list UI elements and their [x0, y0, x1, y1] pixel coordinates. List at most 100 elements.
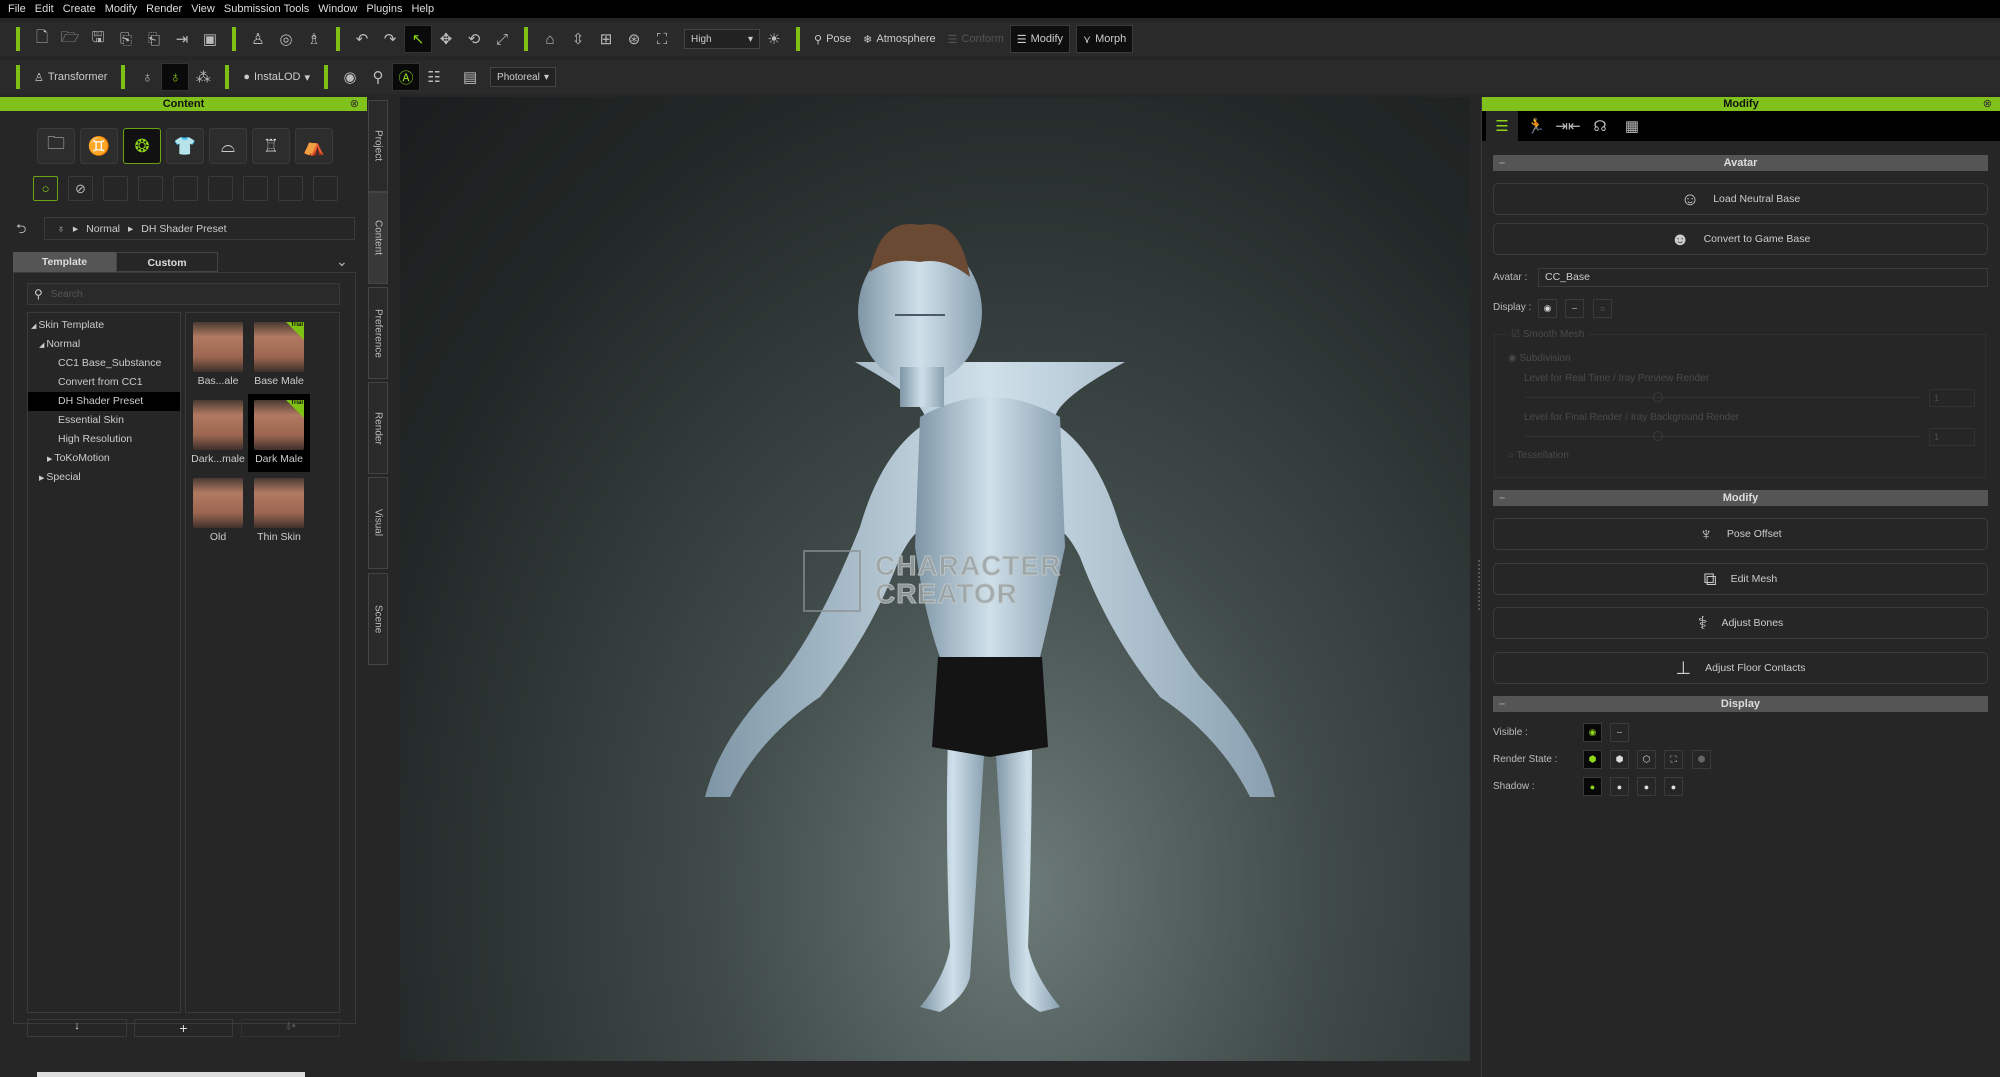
- shadow-full-icon[interactable]: ●: [1583, 777, 1602, 796]
- eye-icon[interactable]: ◉: [1538, 299, 1557, 318]
- slider-handle[interactable]: [1653, 392, 1663, 402]
- chevron-circle-icon[interactable]: ⌄: [336, 253, 348, 270]
- add-button[interactable]: +: [134, 1019, 233, 1037]
- pose-offset-button[interactable]: ♆ Pose Offset: [1493, 518, 1988, 550]
- menu-submission-tools[interactable]: Submission Tools: [222, 3, 316, 15]
- render-icon[interactable]: ▤: [456, 63, 484, 91]
- side-tab-project[interactable]: Project: [368, 100, 388, 192]
- level-realtime-slider[interactable]: [1525, 397, 1920, 398]
- subdivision-radio[interactable]: ◉ Subdivision: [1508, 353, 1571, 364]
- adjust-bones-button[interactable]: ⚕ Adjust Bones: [1493, 607, 1988, 639]
- xray-icon[interactable]: ⬢: [1692, 750, 1711, 769]
- import-icon[interactable]: ⎘: [112, 25, 140, 53]
- menu-modify[interactable]: Modify: [103, 3, 144, 15]
- select-arrow-icon[interactable]: ↖: [404, 25, 432, 53]
- empty-slot[interactable]: [278, 176, 303, 201]
- menu-create[interactable]: Create: [61, 3, 103, 15]
- adjust-floor-contacts-button[interactable]: ⊥ Adjust Floor Contacts: [1493, 652, 1988, 684]
- level-final-spinbox[interactable]: 1: [1929, 428, 1975, 446]
- quality-dropdown[interactable]: High ▾: [684, 29, 760, 49]
- panel-resize-handle[interactable]: [1478, 560, 1480, 610]
- tree-item[interactable]: CC1 Base_Substance: [28, 354, 180, 373]
- empty-slot[interactable]: [173, 176, 198, 201]
- scale-tab-icon[interactable]: ⇥⇤: [1554, 112, 1582, 140]
- menu-view[interactable]: View: [189, 3, 222, 15]
- settings-sliders-icon[interactable]: ☷: [420, 63, 448, 91]
- accessory-icon[interactable]: ⌓: [209, 128, 247, 164]
- skin-thumbnail[interactable]: Trial: [254, 400, 304, 450]
- search-input[interactable]: ⚲ Search: [27, 283, 340, 305]
- sliders-tab-icon[interactable]: ☰: [1486, 111, 1518, 141]
- move-icon[interactable]: ✥: [432, 25, 460, 53]
- side-tab-render[interactable]: Render: [368, 382, 388, 474]
- light-icon[interactable]: ☀: [760, 25, 788, 53]
- none-icon[interactable]: ⊘: [68, 176, 93, 201]
- tree-item[interactable]: ▶ ToKoMotion: [28, 449, 180, 468]
- open-folder-icon[interactable]: 🗁: [56, 25, 84, 53]
- skin-thumbnail[interactable]: [254, 478, 304, 528]
- empty-slot[interactable]: [208, 176, 233, 201]
- morph-button[interactable]: ⋎ Morph: [1076, 25, 1134, 53]
- skin-thumbnail[interactable]: [193, 478, 243, 528]
- scale-icon[interactable]: ⤢: [488, 25, 516, 53]
- shadow-receive-icon[interactable]: ●: [1637, 777, 1656, 796]
- pose-category-icon[interactable]: ♖: [252, 128, 290, 164]
- folder-icon[interactable]: 🗀: [37, 128, 75, 164]
- auto-icon[interactable]: Ⓐ: [392, 63, 421, 91]
- side-tab-scene[interactable]: Scene: [368, 573, 388, 665]
- visible-eye-icon[interactable]: ◉: [1583, 723, 1602, 742]
- character-icon[interactable]: ♙: [244, 25, 272, 53]
- menu-file[interactable]: File: [6, 3, 33, 15]
- skin-thumbnail[interactable]: Trial: [254, 322, 304, 372]
- close-icon[interactable]: ⊗: [1983, 97, 1992, 111]
- side-tab-visual[interactable]: Visual: [368, 477, 388, 569]
- download-button[interactable]: ↓: [27, 1019, 127, 1037]
- skin-thumbnail[interactable]: [193, 322, 243, 372]
- circle-icon[interactable]: ○: [33, 176, 58, 201]
- save-icon[interactable]: 🖫: [84, 25, 112, 53]
- tab-template[interactable]: Template: [13, 252, 116, 272]
- checker-tab-icon[interactable]: ▦: [1618, 112, 1646, 140]
- material-icon[interactable]: ◉: [336, 63, 364, 91]
- conform-button[interactable]: ☰ Conform: [942, 25, 1010, 53]
- tree-item[interactable]: ▶ Special: [28, 468, 180, 487]
- tessellation-radio[interactable]: ○ Tessellation: [1508, 450, 1569, 461]
- faceted-icon[interactable]: ⬢: [1610, 750, 1629, 769]
- empty-slot[interactable]: [313, 176, 338, 201]
- package-icon[interactable]: ▣: [196, 25, 224, 53]
- inspect-icon[interactable]: ⚲: [364, 63, 392, 91]
- transformer-button[interactable]: ♙ Transformer: [28, 63, 113, 91]
- smooth-shaded-icon[interactable]: ⬢: [1583, 750, 1602, 769]
- side-tab-preference[interactable]: Preference: [368, 287, 388, 379]
- frame-icon[interactable]: ⛶: [648, 25, 676, 53]
- avatar-name-field[interactable]: CC_Base: [1538, 268, 1988, 287]
- back-icon[interactable]: ⮌: [16, 220, 26, 242]
- pose-button[interactable]: ⚲ Pose: [808, 25, 857, 53]
- horizontal-scrollbar[interactable]: [37, 1072, 305, 1077]
- stage-icon[interactable]: ⛺: [295, 128, 333, 164]
- breadcrumb-normal[interactable]: Normal: [86, 223, 120, 235]
- redo-icon[interactable]: ↷: [376, 25, 404, 53]
- empty-slot[interactable]: [138, 176, 163, 201]
- mesh-display-icon[interactable]: ≡: [1593, 299, 1612, 318]
- menu-help[interactable]: Help: [409, 3, 441, 15]
- headshot-icon[interactable]: ◎: [272, 25, 300, 53]
- render-mode-dropdown[interactable]: Photoreal ▾: [490, 67, 557, 87]
- edit-mesh-button[interactable]: ⧉ Edit Mesh: [1493, 563, 1988, 595]
- rotate-icon[interactable]: ⟲: [460, 25, 488, 53]
- tree-item[interactable]: ◢ Normal: [28, 335, 180, 354]
- menu-edit[interactable]: Edit: [33, 3, 61, 15]
- display-section-header[interactable]: – Display: [1493, 696, 1988, 712]
- export-icon[interactable]: ⎗: [140, 25, 168, 53]
- apply-button[interactable]: ⍋▪: [241, 1019, 340, 1037]
- level-realtime-spinbox[interactable]: 1: [1929, 389, 1975, 407]
- smooth-mesh-checkbox[interactable]: ☑ Smooth Mesh: [1507, 329, 1589, 340]
- empty-slot[interactable]: [103, 176, 128, 201]
- shadow-cast-icon[interactable]: ●: [1610, 777, 1629, 796]
- wireframe-cube-icon[interactable]: ⬡: [1637, 750, 1656, 769]
- characters-icon[interactable]: ♊: [80, 128, 118, 164]
- convert-game-base-button[interactable]: ☻ Convert to Game Base: [1493, 223, 1988, 255]
- skin-category-icon[interactable]: ❂: [123, 128, 161, 164]
- load-neutral-base-button[interactable]: ☺ Load Neutral Base: [1493, 183, 1988, 215]
- menu-plugins[interactable]: Plugins: [364, 3, 409, 15]
